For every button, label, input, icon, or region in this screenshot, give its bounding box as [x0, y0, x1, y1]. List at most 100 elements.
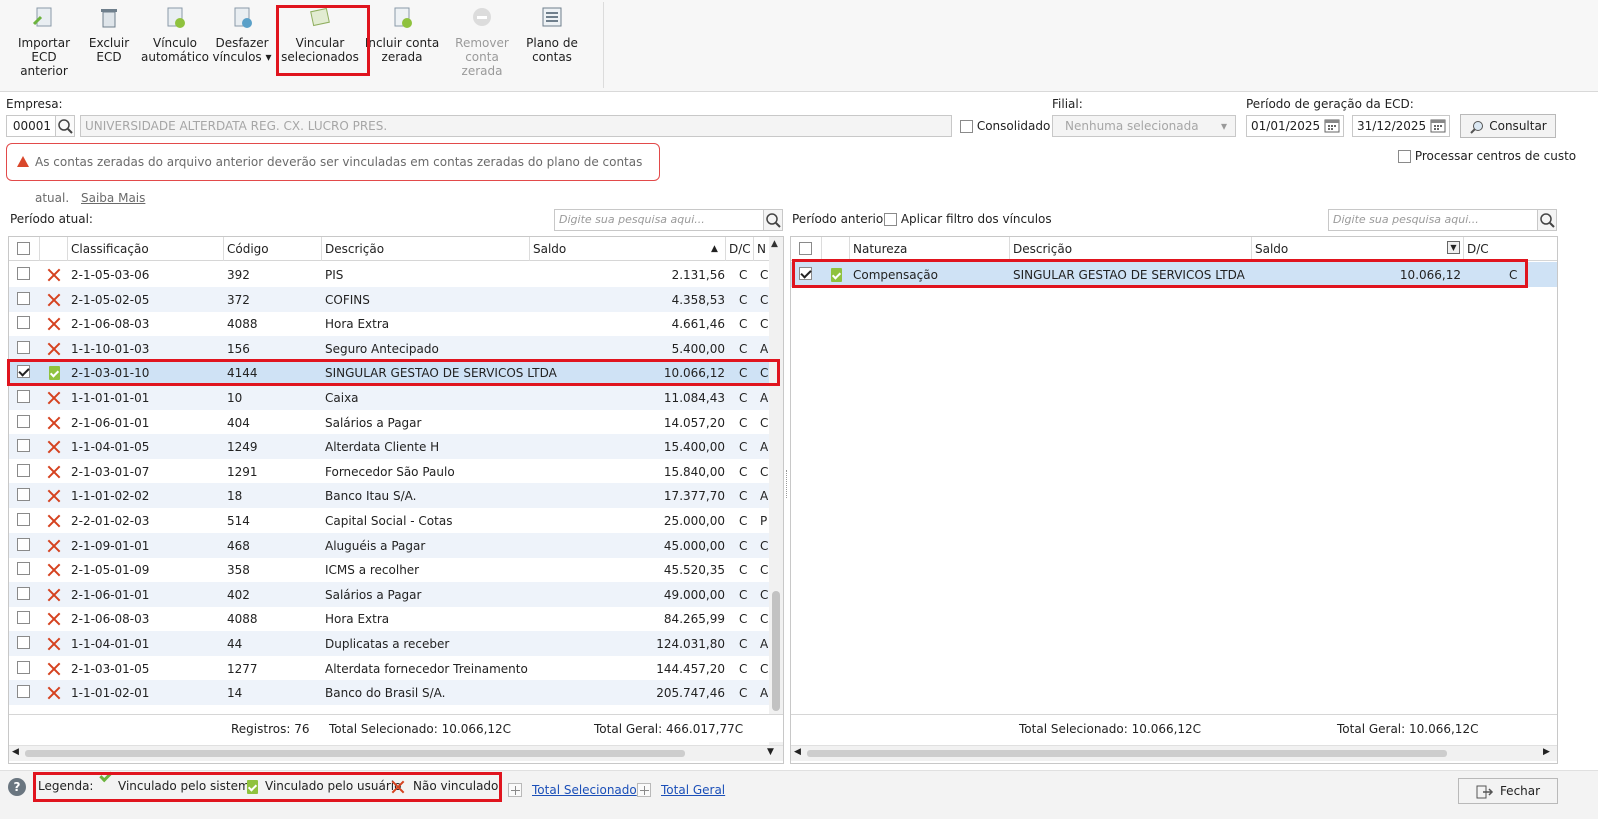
table-row[interactable]: 2-1-06-08-03 4088 Hora Extra 84.265,99 C C: [9, 606, 783, 631]
row-checkbox[interactable]: [17, 562, 30, 576]
fechar-button[interactable]: Fechar: [1458, 778, 1558, 804]
left-search-input[interactable]: Digite sua pesquisa aqui...: [554, 209, 764, 231]
link-selected-button[interactable]: Vincular selecionados: [280, 6, 360, 76]
row-checkbox[interactable]: [17, 365, 30, 379]
col-codigo[interactable]: Código: [227, 242, 269, 256]
table-row[interactable]: 1-1-04-01-01 44 Duplicatas a receber 124.03…: [9, 631, 783, 656]
table-row[interactable]: 2-1-03-01-07 1291 Fornecedor São Paulo 15.8…: [9, 459, 783, 484]
help-icon[interactable]: ?: [8, 778, 26, 796]
right-hscroll[interactable]: ◀ ▶: [791, 745, 1557, 761]
checkbox: [884, 213, 897, 226]
scroll-left-icon[interactable]: ◀: [794, 747, 801, 757]
left-hscroll-thumb[interactable]: [25, 750, 685, 757]
table-row[interactable]: 2-1-03-01-05 1277 Alterdata fornecedor Tre…: [9, 656, 783, 681]
right-grid-footer: Total Selecionado: 10.066,12C Total Gera…: [791, 714, 1557, 742]
table-row[interactable]: 2-1-05-01-09 358 ICMS a recolher 45.520,35 C…: [9, 557, 783, 582]
consultar-button[interactable]: Consultar: [1460, 114, 1556, 138]
right-search-input[interactable]: Digite sua pesquisa aqui...: [1328, 209, 1538, 231]
col-n[interactable]: N: [757, 242, 766, 256]
row-checkbox[interactable]: [17, 513, 30, 526]
scroll-right-icon[interactable]: ▶: [1543, 747, 1550, 757]
left-vscroll[interactable]: ▲: [769, 237, 783, 747]
col-saldo[interactable]: Saldo: [1255, 242, 1288, 256]
table-row[interactable]: Compensação SINGULAR GESTAO DE SERVICOS …: [791, 262, 1557, 287]
left-search-button[interactable]: [763, 209, 783, 231]
end-date-field[interactable]: 31/12/2025: [1352, 115, 1450, 137]
splitter-handle[interactable]: [786, 470, 788, 498]
row-checkbox[interactable]: [17, 463, 30, 477]
table-row[interactable]: 1-1-01-02-01 14 Banco do Brasil S/A. 205.74…: [9, 680, 783, 706]
scroll-up-icon[interactable]: ▲: [771, 239, 778, 249]
processar-checkbox[interactable]: Processar centros de custo: [1398, 149, 1576, 163]
empresa-search-button[interactable]: [55, 115, 75, 137]
chart-of-accounts-button[interactable]: Plano de contas: [522, 6, 582, 76]
table-row[interactable]: 2-1-05-03-06 392 PIS 2.131,56 C C: [9, 262, 783, 287]
cell-descricao: Aluguéis a Pagar: [325, 538, 426, 553]
row-checkbox[interactable]: [17, 267, 30, 280]
filter-icon[interactable]: ▼: [1447, 241, 1460, 254]
table-row[interactable]: 2-1-09-01-01 468 Aluguéis a Pagar 45.000,00…: [9, 532, 783, 558]
row-checkbox[interactable]: [17, 340, 30, 354]
table-row[interactable]: 2-1-03-01-10 4144 SINGULAR GESTAO DE SERVI…: [9, 360, 783, 386]
select-all-checkbox[interactable]: [17, 242, 30, 255]
cell-codigo: 18: [227, 489, 243, 504]
expand-total-selecionado-icon[interactable]: [508, 783, 522, 797]
consolidado-checkbox[interactable]: Consolidado: [960, 119, 1050, 133]
import-ecd-button[interactable]: Importar ECD anterior: [8, 6, 80, 78]
table-row[interactable]: 1-1-10-01-03 156 Seguro Antecipado 5.400,00…: [9, 335, 783, 361]
left-hscroll[interactable]: ◀ ▼: [9, 745, 783, 761]
row-checkbox[interactable]: [17, 414, 30, 428]
row-checkbox[interactable]: [17, 488, 30, 502]
scroll-down-icon[interactable]: ▼: [767, 747, 774, 757]
remove-zero-account-button[interactable]: Remover conta zerada: [444, 6, 520, 78]
undo-links-button[interactable]: Desfazer vínculos ▾: [212, 6, 272, 76]
table-row[interactable]: 2-1-05-02-05 372 COFINS 4.358,53 C C: [9, 286, 783, 312]
table-row[interactable]: 2-1-06-08-03 4088 Hora Extra 4.661,46 C C: [9, 311, 783, 336]
row-checkbox[interactable]: [17, 636, 30, 649]
row-checkbox[interactable]: [17, 586, 30, 600]
select-all-checkbox[interactable]: [799, 242, 812, 255]
scroll-left-icon[interactable]: ◀: [12, 747, 19, 757]
row-checkbox[interactable]: [17, 390, 30, 403]
row-checkbox[interactable]: [17, 611, 30, 625]
table-row[interactable]: 1-1-04-01-05 1249 Alterdata Cliente H 15.40…: [9, 434, 783, 460]
row-checkbox[interactable]: [17, 316, 30, 330]
table-row[interactable]: 2-2-01-02-03 514 Capital Social - Cotas 25.…: [9, 508, 783, 533]
aplicar-filtro-checkbox[interactable]: Aplicar filtro dos vínculos: [884, 212, 1052, 226]
table-row[interactable]: 2-1-06-01-01 404 Salários a Pagar 14.057,20…: [9, 410, 783, 435]
right-hscroll-thumb[interactable]: [807, 750, 1447, 757]
row-checkbox[interactable]: [799, 267, 812, 280]
total-geral-link[interactable]: Total Geral: [661, 783, 725, 797]
row-checkbox[interactable]: [17, 685, 30, 699]
empresa-code-field[interactable]: 00001: [6, 115, 56, 137]
start-date-field[interactable]: 01/01/2025: [1246, 115, 1344, 137]
col-descricao[interactable]: Descrição: [325, 242, 384, 256]
table-row[interactable]: 1-1-01-01-01 10 Caixa 11.084,43 C A: [9, 385, 783, 410]
include-zero-account-button[interactable]: Incluir conta zerada: [364, 6, 440, 76]
cell-n: A: [760, 341, 769, 356]
expand-total-geral-icon[interactable]: [637, 783, 651, 797]
cell-codigo: 14: [227, 686, 243, 701]
calendar-icon[interactable]: [1430, 119, 1446, 133]
delete-ecd-button[interactable]: Excluir ECD: [82, 6, 136, 76]
table-row[interactable]: 2-1-06-01-01 402 Salários a Pagar 49.000,00…: [9, 581, 783, 607]
left-vscroll-thumb[interactable]: [772, 591, 780, 711]
row-checkbox[interactable]: [17, 660, 30, 674]
cell-n: P: [760, 514, 768, 528]
col-classificacao[interactable]: Classificação: [71, 242, 149, 256]
col-natureza[interactable]: Natureza: [853, 242, 907, 256]
col-descricao[interactable]: Descrição: [1013, 242, 1072, 256]
row-checkbox[interactable]: [17, 291, 30, 305]
row-checkbox[interactable]: [17, 439, 30, 453]
calendar-icon[interactable]: [1324, 119, 1340, 133]
right-search-button[interactable]: [1537, 209, 1557, 231]
row-checkbox[interactable]: [17, 537, 30, 551]
col-saldo[interactable]: Saldo: [533, 242, 566, 256]
table-row[interactable]: 1-1-01-02-02 18 Banco Itau S/A. 17.377,70 C A: [9, 483, 783, 509]
saiba-mais-link[interactable]: Saiba Mais: [81, 191, 145, 205]
col-dc[interactable]: D/C: [729, 242, 751, 256]
total-selecionado-link[interactable]: Total Selecionado: [532, 783, 637, 797]
col-dc[interactable]: D/C: [1467, 242, 1489, 256]
filial-select[interactable]: Nenhuma selecionada ▾: [1052, 115, 1236, 137]
auto-link-button[interactable]: Vínculo automático: [138, 6, 212, 76]
